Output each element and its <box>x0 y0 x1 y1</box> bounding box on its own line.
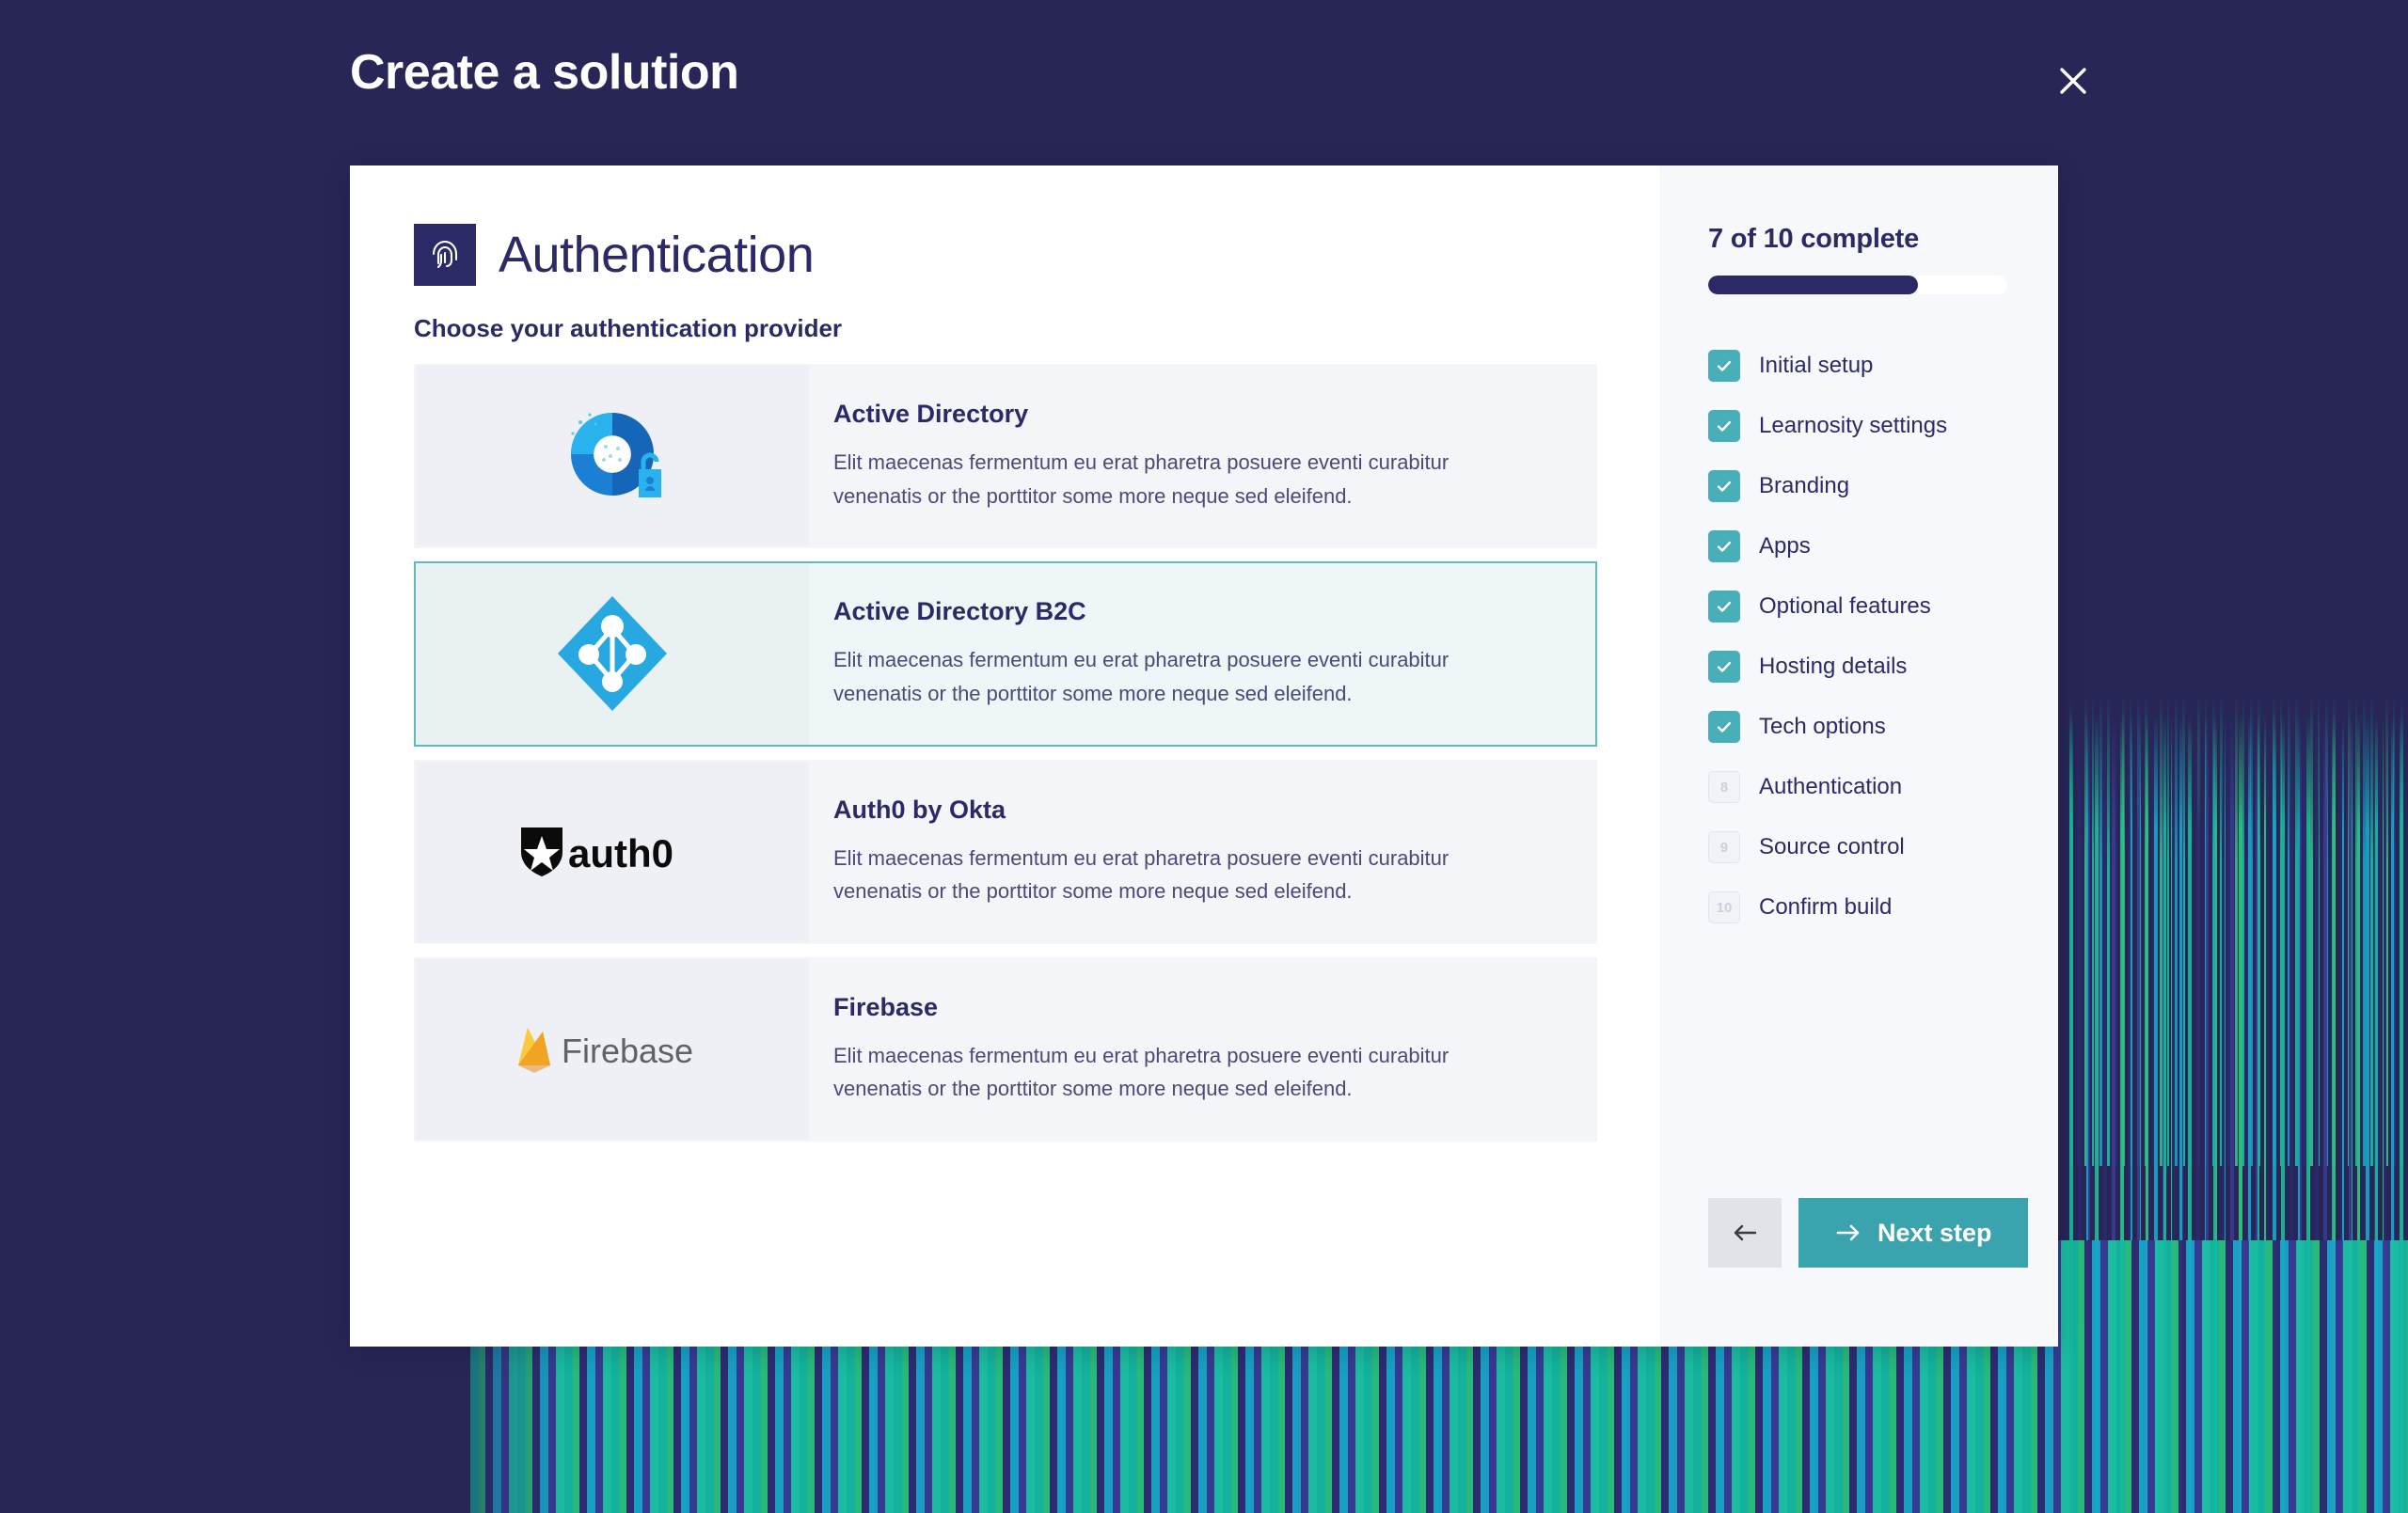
check-icon <box>1708 651 1740 683</box>
checklist-item-label: Learnosity settings <box>1759 413 1948 438</box>
check-icon <box>1708 711 1740 743</box>
arrow-left-icon <box>1734 1224 1757 1241</box>
step-number-badge: 10 <box>1708 891 1740 923</box>
checklist-item-label: Optional features <box>1759 593 1931 619</box>
option-body: Auth0 by Okta Elit maecenas fermentum eu… <box>809 762 1595 942</box>
checklist-item-label: Tech options <box>1759 714 1886 739</box>
check-icon <box>1708 530 1740 562</box>
checklist-item-source-control[interactable]: 9 Source control <box>1708 817 2007 877</box>
background-artwork-right-spikes <box>2069 696 2408 1166</box>
checklist-item-label: Confirm build <box>1759 894 1893 920</box>
back-button[interactable] <box>1708 1198 1782 1268</box>
checklist-item-hosting-details[interactable]: Hosting details <box>1708 637 2007 697</box>
checklist-item-initial-setup[interactable]: Initial setup <box>1708 336 2007 396</box>
checklist-item-label: Apps <box>1759 533 1811 559</box>
step-number-badge: 9 <box>1708 831 1740 863</box>
checklist-item-label: Hosting details <box>1759 654 1908 679</box>
option-body: Active Directory B2C Elit maecenas ferme… <box>809 563 1595 744</box>
progress-sidebar: 7 of 10 complete Initial setup Learnosit… <box>1659 165 2058 1347</box>
option-title: Active Directory <box>833 400 1029 428</box>
progress-bar <box>1708 276 2007 294</box>
auth0-logo: auth0 <box>416 761 809 942</box>
option-card-active-directory[interactable]: Active Directory Elit maecenas fermentum… <box>414 364 1597 549</box>
checklist-item-label: Branding <box>1759 473 1850 498</box>
background-artwork-right <box>2069 715 2408 1513</box>
check-icon <box>1708 350 1740 382</box>
progress-bar-fill <box>1708 276 1918 294</box>
option-description: Elit maecenas fermentum eu erat pharetra… <box>833 1043 1450 1101</box>
active-directory-logo <box>416 366 809 547</box>
option-body: Firebase Elit maecenas fermentum eu erat… <box>809 959 1595 1140</box>
option-card-firebase[interactable]: Firebase Firebase Elit maecenas fermentu… <box>414 956 1597 1142</box>
check-icon <box>1708 591 1740 623</box>
svg-text:Firebase: Firebase <box>562 1032 693 1070</box>
option-description: Elit maecenas fermentum eu erat pharetra… <box>833 845 1450 904</box>
next-step-button[interactable]: Next step <box>1798 1198 2028 1268</box>
option-title: Auth0 by Okta <box>833 795 1006 824</box>
option-title: Firebase <box>833 992 939 1021</box>
step-subtitle: Choose your authentication provider <box>414 314 843 342</box>
next-step-label: Next step <box>1877 1218 1992 1247</box>
checklist-item-learnosity-settings[interactable]: Learnosity settings <box>1708 396 2007 456</box>
check-icon <box>1708 410 1740 442</box>
option-title: Active Directory B2C <box>833 597 1086 626</box>
fingerprint-icon <box>414 224 476 286</box>
check-icon <box>1708 470 1740 502</box>
checklist-item-confirm-build[interactable]: 10 Confirm build <box>1708 877 2007 938</box>
arrow-right-icon <box>1836 1224 1860 1241</box>
checklist-item-branding[interactable]: Branding <box>1708 456 2007 516</box>
checklist-item-label: Authentication <box>1759 774 1903 799</box>
checklist: Initial setup Learnosity settings Brandi… <box>1708 336 2007 938</box>
option-body: Active Directory Elit maecenas fermentum… <box>809 366 1595 546</box>
app-root: Create a solution Authentication Choose … <box>0 0 2408 1513</box>
step-title: Authentication <box>499 227 815 283</box>
create-solution-modal: Authentication Choose your authenticatio… <box>350 165 2058 1347</box>
step-number-badge: 8 <box>1708 771 1740 803</box>
svg-text:auth0: auth0 <box>568 831 673 875</box>
option-card-active-directory-b2c[interactable]: Active Directory B2C Elit maecenas ferme… <box>414 561 1597 747</box>
close-button[interactable] <box>2049 56 2098 105</box>
firebase-logo: Firebase <box>416 958 809 1140</box>
option-description: Elit maecenas fermentum eu erat pharetra… <box>833 450 1450 508</box>
option-description: Elit maecenas fermentum eu erat pharetra… <box>833 648 1450 705</box>
checklist-item-label: Initial setup <box>1759 353 1874 378</box>
checklist-item-label: Source control <box>1759 834 1905 859</box>
page-title: Create a solution <box>350 45 739 100</box>
main-pane: Authentication Choose your authenticatio… <box>350 165 1659 1347</box>
close-icon <box>2060 68 2086 94</box>
wizard-actions: Next step <box>1708 1198 2028 1268</box>
step-header: Authentication <box>414 224 1597 286</box>
checklist-item-optional-features[interactable]: Optional features <box>1708 576 2007 637</box>
option-card-auth0-by-okta[interactable]: auth0 Auth0 by Okta Elit maecenas fermen… <box>414 759 1597 944</box>
progress-label: 7 of 10 complete <box>1708 224 1920 254</box>
modal-header: Create a solution <box>0 0 2408 167</box>
checklist-item-apps[interactable]: Apps <box>1708 516 2007 576</box>
option-list: Active Directory Elit maecenas fermentum… <box>414 364 1597 1142</box>
azure-ad-b2c-logo <box>416 563 809 745</box>
checklist-item-authentication[interactable]: 8 Authentication <box>1708 757 2007 817</box>
checklist-item-tech-options[interactable]: Tech options <box>1708 697 2007 757</box>
